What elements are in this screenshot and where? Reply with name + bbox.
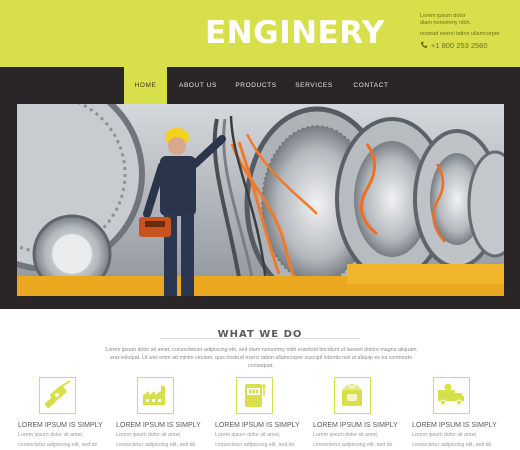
- section-intro: Lorem ipsum dolor sit amet, consectetuer…: [105, 347, 417, 369]
- feature-text: consectetur adipiscing elit, sed do: [215, 441, 295, 448]
- main-nav: HOME ABOUT US PRODUCTS SERVICES CONTACT: [0, 67, 520, 104]
- feature-text: Lorem ipsum dolor sit amet,: [215, 432, 281, 438]
- feature-text: Lorem ipsum dolor sit amet,: [116, 432, 182, 438]
- contact-phone: +1 800 253 2560: [420, 41, 516, 50]
- feature-text: consectetur adipiscing elit, sed do: [313, 441, 393, 448]
- header-contact: Lorem ipsum dolor diam nonummy nibh. nos…: [420, 13, 516, 50]
- feature-card: LOREM IPSUM IS SIMPLY Lorem ipsum dolor …: [18, 377, 104, 449]
- site-header: ENGINERY Lorem ipsum dolor diam nonummy …: [0, 0, 520, 67]
- feature-card: LOREM IPSUM IS SIMPLY Lorem ipsum dolor …: [215, 377, 301, 449]
- phone-icon: [420, 41, 428, 48]
- feature-text: Lorem ipsum dolor sit amet,: [313, 432, 379, 438]
- nav-item-about-us[interactable]: ABOUT US: [176, 67, 220, 104]
- feature-title: LOREM IPSUM IS SIMPLY: [215, 422, 300, 429]
- hero-slide-image: [17, 104, 504, 296]
- nav-item-contact[interactable]: CONTACT: [349, 67, 393, 104]
- feature-text: consectetur adipiscing elit, sed do: [412, 441, 492, 448]
- slot-machine-icon[interactable]: [236, 377, 273, 414]
- feature-title: LOREM IPSUM IS SIMPLY: [18, 422, 103, 429]
- feature-text: consectetur adipiscing elit, sed do: [116, 441, 196, 448]
- feature-card: LOREM IPSUM IS SIMPLY Lorem ipsum dolor …: [313, 377, 399, 449]
- feature-title: LOREM IPSUM IS SIMPLY: [116, 422, 201, 429]
- drill-icon[interactable]: [39, 377, 76, 414]
- contact-line: nostrud exerci tation ullamcorper: [420, 31, 500, 37]
- feature-card: LOREM IPSUM IS SIMPLY Lorem ipsum dolor …: [412, 377, 498, 449]
- feature-text: Lorem ipsum dolor sit amet,: [412, 432, 478, 438]
- industrial-workshop-illustration: [17, 104, 504, 296]
- nav-item-services[interactable]: SERVICES: [292, 67, 336, 104]
- crate-icon[interactable]: [334, 377, 371, 414]
- delivery-truck-icon[interactable]: [433, 377, 470, 414]
- feature-text: Lorem ipsum dolor sit amet,: [18, 432, 84, 438]
- factory-icon[interactable]: [137, 377, 174, 414]
- feature-card: LOREM IPSUM IS SIMPLY Lorem ipsum dolor …: [116, 377, 202, 449]
- nav-item-home[interactable]: HOME: [124, 67, 167, 104]
- nav-item-products[interactable]: PRODUCTS: [232, 67, 280, 104]
- site-logo[interactable]: ENGINERY: [205, 13, 384, 53]
- section-title: WHAT WE DO: [217, 329, 303, 338]
- section-title-rule: [160, 338, 360, 339]
- feature-title: LOREM IPSUM IS SIMPLY: [412, 422, 497, 429]
- hero-section: [0, 104, 520, 385]
- feature-title: LOREM IPSUM IS SIMPLY: [313, 422, 398, 429]
- phone-number[interactable]: +1 800 253 2560: [431, 41, 488, 50]
- feature-text: consectetur adipiscing elit, sed do: [18, 441, 98, 448]
